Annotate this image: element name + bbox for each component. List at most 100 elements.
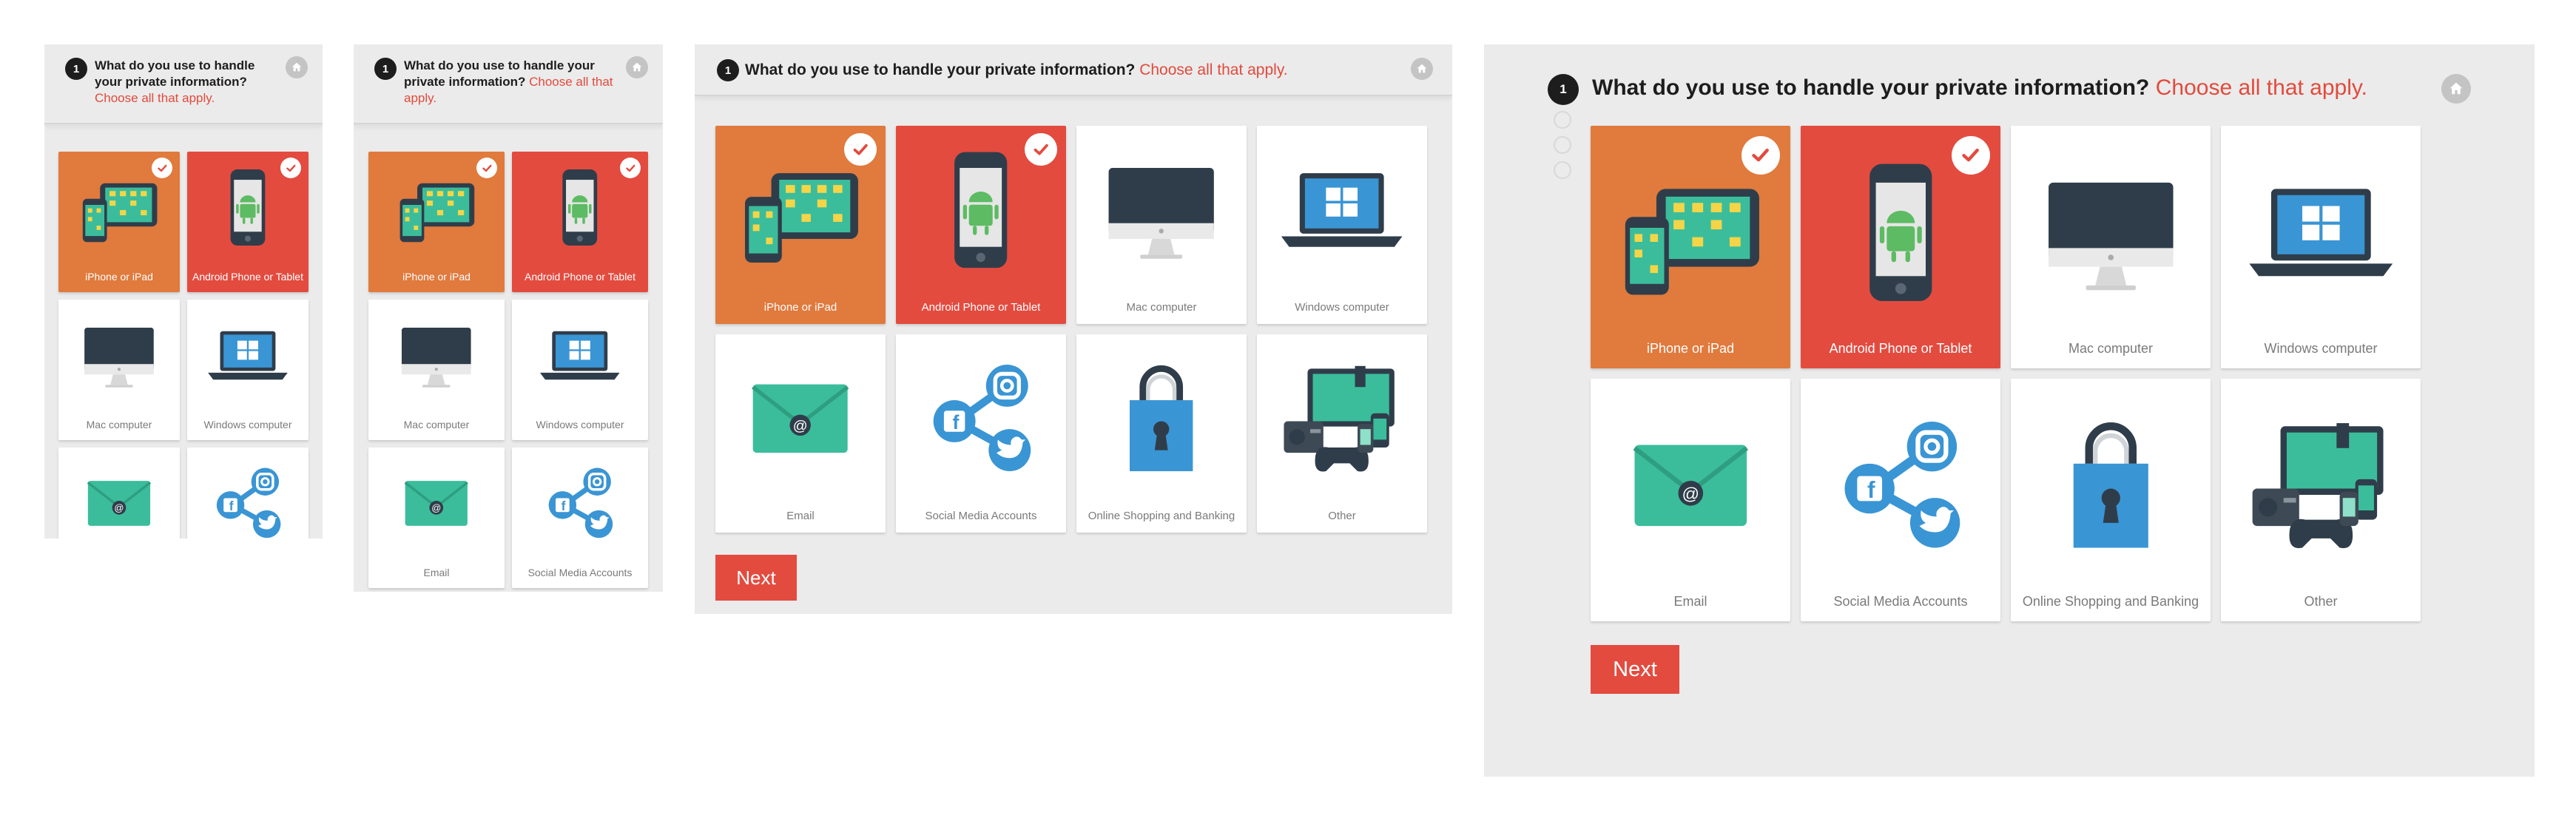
- options-grid: iPhone or iPad Android Phone or Tablet Mac…: [58, 152, 308, 538]
- option-tile[interactable]: @Email: [368, 448, 505, 588]
- option-label: iPhone or iPad: [763, 301, 837, 314]
- option-tile[interactable]: @Email: [58, 448, 180, 538]
- question-text: What do you use to handle your private i…: [745, 60, 1393, 81]
- windows-laptop-icon: [512, 300, 648, 411]
- question-number-badge: 1: [717, 59, 739, 81]
- selected-check-badge: [152, 158, 172, 178]
- option-label: Social Media Accounts: [925, 510, 1037, 522]
- home-icon: [2449, 82, 2463, 95]
- question-header: 1 What do you use to handle your private…: [44, 44, 323, 124]
- next-button[interactable]: Next: [715, 555, 797, 601]
- option-tile[interactable]: Android Phone or Tablet: [187, 152, 308, 292]
- home-button[interactable]: [286, 56, 308, 78]
- check-icon: [853, 143, 868, 155]
- option-tile[interactable]: iPhone or iPad: [1591, 126, 1790, 368]
- option-tile[interactable]: Android Phone or Tablet: [512, 152, 648, 292]
- svg-text:f: f: [1867, 476, 1875, 503]
- option-tile[interactable]: Windows computer: [187, 300, 308, 440]
- option-tile[interactable]: Online Shopping and Banking: [2011, 379, 2211, 621]
- home-button[interactable]: [626, 56, 648, 78]
- home-button[interactable]: [2441, 74, 2471, 104]
- option-label: Online Shopping and Banking: [1088, 510, 1235, 522]
- option-tile[interactable]: iPhone or iPad: [368, 152, 505, 292]
- option-tile[interactable]: f Social Media Accounts: [512, 448, 648, 588]
- step-dot[interactable]: [1554, 136, 1571, 154]
- question-title: What do you use to handle your private i…: [95, 58, 255, 89]
- option-tile[interactable]: Windows computer: [2221, 126, 2421, 368]
- option-label: Social Media Accounts: [527, 567, 633, 578]
- selected-check-badge: [620, 158, 641, 178]
- option-tile[interactable]: @ Email: [1591, 379, 1790, 621]
- selected-check-badge: [476, 158, 497, 178]
- svg-text:@: @: [431, 502, 441, 513]
- social-media-icon: f: [512, 448, 648, 558]
- option-tile[interactable]: Windows computer: [1257, 126, 1427, 324]
- home-icon: [632, 62, 642, 72]
- svg-text:f: f: [953, 411, 960, 433]
- option-label: Android Phone or Tablet: [192, 271, 303, 283]
- svg-text:@: @: [1682, 484, 1699, 503]
- option-label: Mac computer: [86, 419, 152, 430]
- selected-check-badge: [1952, 136, 1990, 175]
- question-text: What do you use to handle your private i…: [1592, 72, 2446, 104]
- home-button[interactable]: [1411, 58, 1433, 80]
- option-tile[interactable]: Android Phone or Tablet: [896, 126, 1066, 324]
- option-tile[interactable]: Windows computer: [512, 300, 648, 440]
- option-tile[interactable]: iPhone or iPad: [715, 126, 886, 324]
- option-tile[interactable]: @Email: [715, 334, 886, 533]
- mac-computer-icon: [2011, 126, 2211, 339]
- screen-desktop: 1 What do you use to handle your private…: [1484, 44, 2535, 777]
- svg-text:f: f: [562, 498, 566, 513]
- option-label: iPhone or iPad: [1646, 341, 1735, 356]
- screen-tablet: 1 What do you use to handle your private…: [695, 44, 1452, 614]
- screen-mobile-small: 1 What do you use to handle your private…: [44, 44, 323, 538]
- option-label: Social Media Accounts: [1833, 594, 1968, 609]
- email-envelope-icon: @: [715, 334, 886, 503]
- other-devices-icon: [1257, 334, 1427, 503]
- check-icon: [1752, 149, 1770, 162]
- question-text: What do you use to handle your private i…: [404, 58, 616, 107]
- option-tile[interactable]: fSocial Media Accounts: [187, 448, 308, 538]
- option-label: iPhone or iPad: [402, 271, 471, 283]
- option-label: Email: [1673, 594, 1707, 609]
- check-icon: [625, 164, 635, 172]
- windows-laptop-icon: [187, 300, 308, 411]
- question-header: 1 What do you use to handle your private…: [354, 44, 663, 124]
- option-label: Other: [2304, 594, 2338, 609]
- option-label: iPhone or iPad: [85, 271, 153, 283]
- question-instruction: Choose all that apply.: [1139, 61, 1288, 78]
- next-button[interactable]: Next: [1591, 645, 1679, 694]
- social-media-icon: f: [1801, 379, 2000, 592]
- step-progress: [1554, 111, 1571, 186]
- option-tile[interactable]: Online Shopping and Banking: [1076, 334, 1247, 533]
- step-dot[interactable]: [1554, 111, 1571, 129]
- option-tile[interactable]: Mac computer: [2011, 126, 2211, 368]
- svg-text:@: @: [114, 502, 124, 513]
- option-label: Mac computer: [403, 419, 470, 430]
- question-number-badge: 1: [1548, 74, 1579, 105]
- option-tile[interactable]: Android Phone or Tablet: [1801, 126, 2000, 368]
- question-text: What do you use to handle your private i…: [95, 58, 275, 107]
- option-tile[interactable]: Mac computer: [1076, 126, 1247, 324]
- svg-text:f: f: [229, 498, 234, 513]
- option-label: Android Phone or Tablet: [1829, 341, 1972, 356]
- option-label: Windows computer: [203, 419, 292, 430]
- step-dot[interactable]: [1554, 161, 1571, 179]
- option-label: Windows computer: [1295, 301, 1389, 314]
- option-tile[interactable]: iPhone or iPad: [58, 152, 180, 292]
- option-tile[interactable]: Mac computer: [368, 300, 505, 440]
- option-tile[interactable]: Mac computer: [58, 300, 180, 440]
- check-icon: [1962, 149, 1980, 162]
- windows-laptop-icon: [1257, 126, 1427, 294]
- option-tile[interactable]: f Social Media Accounts: [1801, 379, 2000, 621]
- social-media-icon: f: [896, 334, 1066, 503]
- option-tile[interactable]: f Social Media Accounts: [896, 334, 1066, 533]
- option-tile[interactable]: Other: [1257, 334, 1427, 533]
- option-label: Online Shopping and Banking: [2022, 594, 2199, 609]
- screen-mobile-medium: 1 What do you use to handle your private…: [354, 44, 663, 592]
- check-icon: [286, 164, 296, 172]
- option-tile[interactable]: Other: [2221, 379, 2421, 621]
- windows-laptop-icon: [2221, 126, 2421, 339]
- options-grid: iPhone or iPad Android Phone or Tablet Mac…: [1591, 126, 2421, 621]
- mac-computer-icon: [58, 300, 180, 411]
